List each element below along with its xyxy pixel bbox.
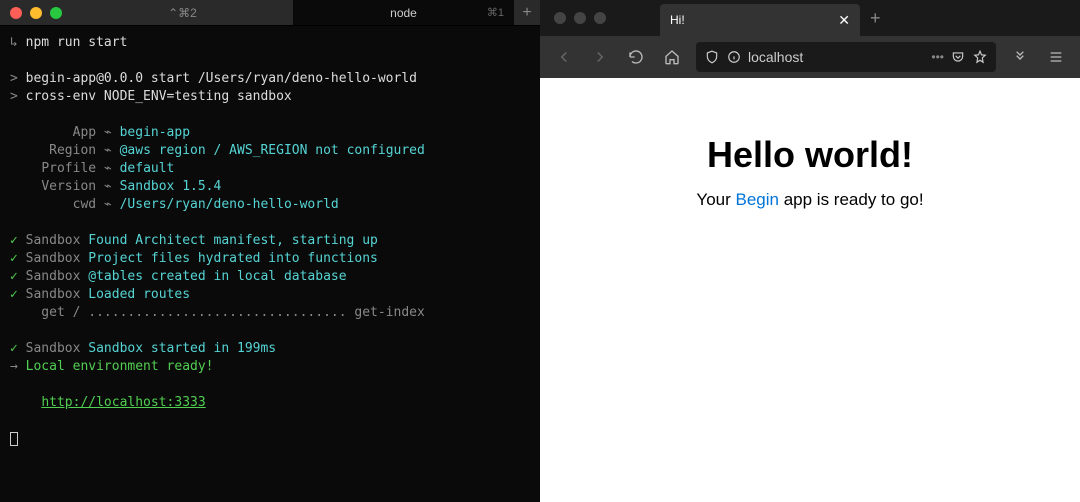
back-button[interactable]: [548, 41, 580, 73]
browser-window: Hi! ✕ + localhost •••: [540, 0, 1080, 502]
kv-label: App: [73, 125, 96, 140]
terminal-cursor: [10, 432, 18, 446]
terminal-tab-label: ⌃⌘2: [168, 6, 197, 20]
out-prefix: >: [10, 89, 26, 104]
zoom-window-dot[interactable]: [50, 7, 62, 19]
bookmark-star-icon[interactable]: [972, 49, 988, 65]
check-mark-icon: ✓: [10, 341, 18, 356]
route-line: get / ................................. …: [10, 305, 425, 320]
minimize-window-dot[interactable]: [574, 12, 586, 24]
check-src: Sandbox: [26, 341, 81, 356]
zoom-window-dot[interactable]: [594, 12, 606, 24]
url-bar[interactable]: localhost •••: [696, 42, 996, 72]
close-window-dot[interactable]: [10, 7, 22, 19]
minimize-window-dot[interactable]: [30, 7, 42, 19]
page-content: Hello world! Your Begin app is ready to …: [540, 78, 1080, 502]
forward-button[interactable]: [584, 41, 616, 73]
check-msg: Found Architect manifest, starting up: [88, 233, 378, 248]
check-mark-icon: ✓: [10, 287, 18, 302]
out-line: cross-env NODE_ENV=testing sandbox: [26, 89, 292, 104]
kv-sep: ⌁: [96, 143, 119, 158]
home-button[interactable]: [656, 41, 688, 73]
check-msg: Project files hydrated into functions: [88, 251, 378, 266]
terminal-tabbar: ⌃⌘2 node ⌘1 +: [0, 0, 540, 26]
pocket-icon[interactable]: [950, 49, 966, 65]
terminal-window: ⌃⌘2 node ⌘1 + ↳ npm run start > begin-ap…: [0, 0, 540, 502]
browser-tab-active[interactable]: Hi! ✕: [660, 4, 860, 36]
browser-tabstrip: Hi! ✕ +: [540, 0, 1080, 36]
sub-before: Your: [696, 190, 735, 209]
arrow-icon: →: [10, 359, 26, 374]
check-msg: Loaded routes: [88, 287, 190, 302]
kv-sep: ⌁: [96, 125, 119, 140]
kv-value: /Users/ryan/deno-hello-world: [120, 197, 339, 212]
browser-toolbar: localhost •••: [540, 36, 1080, 78]
check-src: Sandbox: [26, 251, 81, 266]
page-subtext: Your Begin app is ready to go!: [696, 190, 923, 210]
terminal-tab-2[interactable]: node ⌘1: [293, 0, 514, 25]
check-mark-icon: ✓: [10, 233, 18, 248]
menu-button[interactable]: [1040, 41, 1072, 73]
overflow-button[interactable]: [1004, 41, 1036, 73]
check-msg: Sandbox started in 199ms: [88, 341, 276, 356]
url-text: localhost: [748, 49, 925, 65]
new-tab-button[interactable]: +: [860, 8, 891, 29]
check-src: Sandbox: [26, 269, 81, 284]
out-prefix: >: [10, 71, 26, 86]
browser-tab-title: Hi!: [670, 13, 685, 27]
local-url-link[interactable]: http://localhost:3333: [41, 395, 205, 410]
kv-sep: ⌁: [96, 179, 119, 194]
terminal-tab-1[interactable]: ⌃⌘2: [72, 0, 293, 25]
kv-label: Region: [49, 143, 96, 158]
kv-label: Version: [41, 179, 96, 194]
begin-link[interactable]: Begin: [736, 190, 779, 209]
check-src: Sandbox: [26, 233, 81, 248]
browser-traffic-lights: [540, 12, 620, 24]
terminal-tab-label: node: [390, 6, 417, 20]
check-mark-icon: ✓: [10, 251, 18, 266]
env-ready-text: Local environment ready!: [26, 359, 214, 374]
prompt-arrow: ↳: [10, 35, 26, 50]
check-src: Sandbox: [26, 287, 81, 302]
kv-label: cwd: [73, 197, 96, 212]
kv-sep: ⌁: [96, 197, 119, 212]
kv-value: default: [120, 161, 175, 176]
close-tab-icon[interactable]: ✕: [838, 12, 850, 29]
kv-value: begin-app: [120, 125, 190, 140]
out-line: begin-app@0.0.0 start /Users/ryan/deno-h…: [26, 71, 417, 86]
kv-value: Sandbox 1.5.4: [120, 179, 222, 194]
check-msg: @tables created in local database: [88, 269, 346, 284]
close-window-dot[interactable]: [554, 12, 566, 24]
sub-after: app is ready to go!: [779, 190, 924, 209]
kv-sep: ⌁: [96, 161, 119, 176]
terminal-tab-shortcut: ⌘1: [487, 6, 504, 19]
command-text: npm run start: [26, 35, 128, 50]
terminal-traffic-lights: [0, 7, 72, 19]
page-heading: Hello world!: [707, 134, 913, 176]
check-mark-icon: ✓: [10, 269, 18, 284]
info-icon[interactable]: [726, 49, 742, 65]
terminal-new-tab-button[interactable]: +: [514, 4, 540, 22]
kv-label: Profile: [41, 161, 96, 176]
url-more-dots[interactable]: •••: [931, 50, 944, 64]
reload-button[interactable]: [620, 41, 652, 73]
kv-value: @aws region / AWS_REGION not configured: [120, 143, 425, 158]
terminal-output[interactable]: ↳ npm run start > begin-app@0.0.0 start …: [0, 26, 540, 502]
shield-icon[interactable]: [704, 49, 720, 65]
